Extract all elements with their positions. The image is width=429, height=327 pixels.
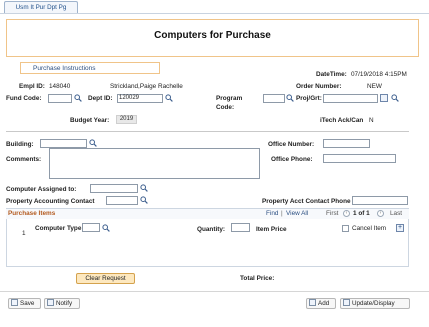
save-label: Save (20, 300, 35, 307)
office-phone-input[interactable] (323, 154, 396, 163)
property-accounting-contact-label: Property Accounting Contact (6, 198, 95, 205)
cancel-item-checkbox[interactable] (342, 225, 349, 232)
assigned-to-lookup-icon[interactable] (140, 184, 148, 192)
clear-request-button[interactable]: Clear Request (76, 273, 135, 284)
dept-id-label: Dept ID: (88, 95, 113, 102)
property-acct-contact-phone-input[interactable] (352, 196, 408, 205)
itech-ack-label: iTech Ack/Can (320, 117, 364, 124)
grid-last-link[interactable]: Last (390, 210, 402, 217)
proj-grt-input[interactable] (323, 94, 378, 103)
budget-year-label: Budget Year: (70, 117, 110, 124)
dept-id-lookup-icon[interactable] (165, 94, 173, 102)
page-title: Computers for Purchase (154, 30, 271, 41)
computer-assigned-to-input[interactable] (90, 184, 138, 193)
office-number-input[interactable] (323, 139, 370, 148)
tab-divider (0, 13, 429, 14)
cancel-item-label: Cancel Item (352, 225, 387, 232)
budget-year-value: 2019 (116, 115, 137, 124)
computer-assigned-to-label: Computer Assigned to: (6, 186, 77, 193)
grid-view-all-link[interactable]: View All (286, 210, 308, 217)
add-label: Add (318, 300, 330, 307)
grid-find-link[interactable]: Find (266, 210, 278, 217)
row-number: 1 (22, 230, 26, 237)
program-code-input[interactable] (263, 94, 285, 103)
save-button[interactable]: Save (8, 298, 41, 309)
grid-range: 1 of 1 (353, 210, 370, 217)
empl-id-label: Empl ID: (19, 83, 45, 90)
computer-type-input[interactable] (82, 223, 100, 232)
total-price-label: Total Price: (240, 275, 275, 282)
fund-code-lookup-icon[interactable] (74, 94, 82, 102)
proj-grt-label: Proj/Grt: (296, 95, 322, 102)
empl-id-value: 148040 (49, 83, 71, 90)
update-display-button[interactable]: Update/Display (340, 298, 410, 309)
employee-name: Strickland,Paige Rachelle (110, 83, 183, 90)
property-accounting-contact-input[interactable] (106, 196, 138, 205)
comments-label: Comments: (6, 156, 42, 163)
update-display-icon (343, 298, 350, 306)
grid-first-link[interactable]: First (326, 210, 338, 217)
proj-grt-lookup-icon[interactable] (391, 94, 399, 102)
datetime-label: DateTime: (316, 71, 347, 78)
property-acct-contact-phone-label: Property Acct Contact Phone (262, 198, 351, 205)
add-row-icon[interactable]: + (396, 224, 404, 232)
notify-button[interactable]: Notify (44, 298, 80, 309)
update-display-label: Update/Display (352, 300, 395, 307)
purchase-instructions-link[interactable]: Purchase Instructions (33, 65, 96, 72)
section-divider (6, 131, 409, 132)
fund-code-label: Fund Code: (6, 95, 42, 102)
add-button[interactable]: Add (306, 298, 336, 309)
save-icon (11, 298, 18, 306)
comments-textarea[interactable] (49, 148, 260, 179)
program-code-lookup-icon[interactable] (286, 94, 294, 102)
itech-ack-value: N (369, 117, 374, 124)
grid-next-icon[interactable]: › (377, 210, 384, 217)
datetime-value: 07/19/2018 4:15PM (351, 71, 407, 78)
office-number-label: Office Number: (268, 141, 315, 148)
notify-icon (47, 298, 54, 306)
computer-type-label: Computer Type (35, 225, 82, 232)
add-icon (309, 298, 316, 306)
order-number-value: NEW (367, 83, 382, 90)
proj-grt-list-icon[interactable] (380, 94, 388, 102)
program-code-label-1: Program (216, 95, 243, 102)
order-number-label: Order Number: (296, 83, 342, 90)
dept-id-input[interactable]: 120029 (117, 94, 163, 103)
purchase-items-title: Purchase Items (8, 210, 56, 217)
building-input[interactable] (40, 139, 87, 148)
toolbar-divider (0, 291, 429, 292)
item-price-label: Item Price (256, 226, 287, 233)
grid-prev-icon[interactable]: ‹ (343, 210, 350, 217)
quantity-label: Quantity: (197, 226, 226, 233)
notify-label: Notify (56, 300, 73, 307)
office-phone-label: Office Phone: (271, 156, 313, 163)
grid-separator: | (281, 210, 283, 217)
building-lookup-icon[interactable] (89, 139, 97, 147)
computer-type-lookup-icon[interactable] (102, 224, 110, 232)
quantity-input[interactable] (231, 223, 250, 232)
property-contact-lookup-icon[interactable] (140, 196, 148, 204)
building-label: Building: (6, 141, 34, 148)
program-code-label-2: Code: (216, 104, 235, 111)
fund-code-input[interactable] (48, 94, 72, 103)
